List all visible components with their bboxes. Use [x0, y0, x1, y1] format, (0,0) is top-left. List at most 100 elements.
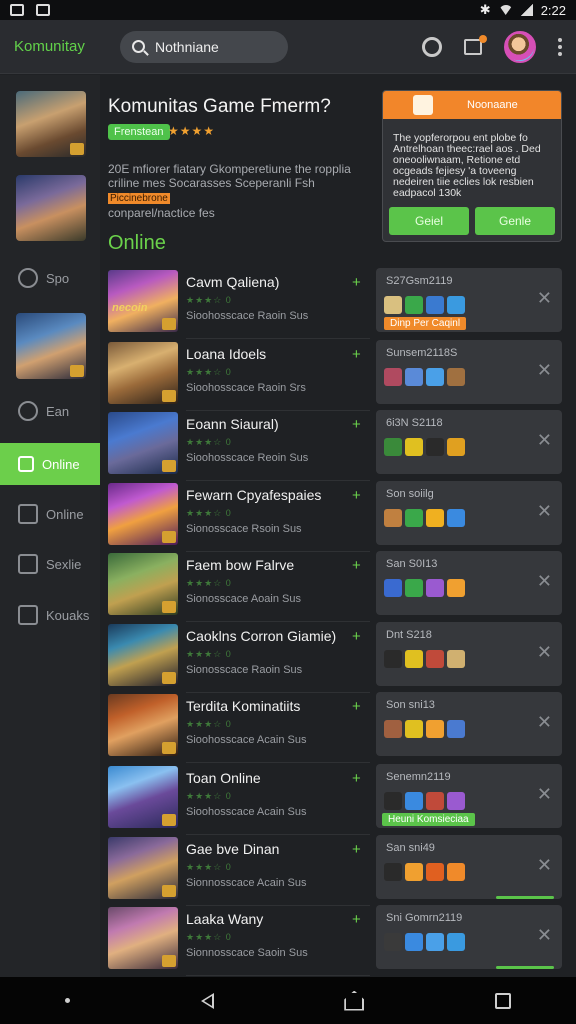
player-avatar-icon[interactable]	[426, 438, 444, 456]
player-avatar-icon[interactable]	[447, 792, 465, 810]
search-value[interactable]: Nothniane	[155, 39, 219, 55]
player-avatar-icon[interactable]	[426, 579, 444, 597]
sidebar-item-ean[interactable]: Ean	[0, 390, 100, 432]
player-avatar-icon[interactable]	[447, 863, 465, 881]
game-name[interactable]: Faem bow Falrve	[186, 557, 294, 573]
game-thumbnail[interactable]	[108, 553, 178, 615]
player-avatar-icon[interactable]	[384, 933, 402, 951]
add-icon[interactable]: +	[352, 911, 361, 928]
avatar[interactable]	[504, 30, 536, 63]
friends-card[interactable]: Son sni13 ✕	[376, 692, 562, 756]
player-avatar-icon[interactable]	[426, 863, 444, 881]
close-icon[interactable]: ✕	[537, 571, 552, 592]
sidebar-item-spo[interactable]: Spo	[0, 257, 100, 299]
home-icon[interactable]	[344, 990, 365, 1011]
friends-card[interactable]: Sunsem2118S ✕	[376, 340, 562, 404]
player-avatar-icon[interactable]	[405, 720, 423, 738]
player-avatar-icon[interactable]	[405, 792, 423, 810]
sidebar-item-kouaks[interactable]: Kouaks	[0, 594, 100, 636]
search-input[interactable]: Nothniane	[120, 30, 288, 63]
friends-card[interactable]: Dnt S218 ✕	[376, 622, 562, 686]
friends-card[interactable]: 6i3N S2118 ✕	[376, 410, 562, 474]
list-item[interactable]: Eoann Siaural) ★★★☆ 0 Sioohosscace Reoin…	[104, 410, 562, 481]
notification-button-1[interactable]: Geiel	[389, 207, 469, 235]
game-name[interactable]: Terdita Kominatiits	[186, 698, 300, 714]
add-icon[interactable]: +	[352, 770, 361, 787]
player-avatar-icon[interactable]	[426, 296, 444, 314]
list-item[interactable]: Terdita Kominatiits ★★★☆ 0 Sioohosscace …	[104, 692, 562, 763]
add-icon[interactable]: +	[352, 557, 361, 574]
close-icon[interactable]: ✕	[537, 855, 552, 876]
sidebar-game-thumb[interactable]	[16, 91, 86, 157]
close-icon[interactable]: ✕	[537, 430, 552, 451]
add-icon[interactable]: +	[352, 487, 361, 504]
list-item[interactable]: Gae bve Dinan ★★★☆ 0 Sionnosscace Acain …	[104, 835, 562, 906]
player-avatar-icon[interactable]	[384, 509, 402, 527]
game-name[interactable]: Loana Idoels	[186, 346, 266, 362]
list-item[interactable]: Loana Idoels ★★★☆ 0 Sioohosscace Raoin S…	[104, 340, 562, 411]
close-icon[interactable]: ✕	[537, 288, 552, 309]
player-avatar-icon[interactable]	[405, 863, 423, 881]
player-avatar-icon[interactable]	[447, 368, 465, 386]
friends-card[interactable]: Senemn2119 ✕ Heuni Komsieciaa	[376, 764, 562, 828]
list-item[interactable]: Caoklns Corron Giamie) ★★★☆ 0 Sionosscac…	[104, 622, 562, 693]
back-icon[interactable]	[200, 992, 214, 1009]
featured-title[interactable]: Komunitas Game Fmerm?	[108, 96, 368, 118]
player-avatar-icon[interactable]	[426, 509, 444, 527]
add-icon[interactable]: +	[352, 274, 361, 291]
close-icon[interactable]: ✕	[537, 925, 552, 946]
friends-card[interactable]: Sni Gomrn2119 ✕	[376, 905, 562, 969]
game-name[interactable]: Cavm Qaliena)	[186, 274, 279, 290]
friends-card[interactable]: S27Gsm2119 ✕ Dinp Per Caqinl	[376, 268, 562, 332]
sidebar-item-online[interactable]: Online	[0, 493, 100, 535]
cart-icon[interactable]	[464, 34, 487, 55]
close-icon[interactable]: ✕	[537, 712, 552, 733]
player-avatar-icon[interactable]	[384, 368, 402, 386]
player-avatar-icon[interactable]	[447, 579, 465, 597]
close-icon[interactable]: ✕	[537, 501, 552, 522]
game-thumbnail[interactable]	[108, 907, 178, 969]
player-avatar-icon[interactable]	[447, 720, 465, 738]
list-item[interactable]: Laaka Wany ★★★☆ 0 Sionnosscace Saoin Sus…	[104, 905, 562, 976]
player-avatar-icon[interactable]	[447, 650, 465, 668]
player-avatar-icon[interactable]	[405, 933, 423, 951]
sidebar-game-thumb[interactable]	[16, 313, 86, 379]
game-name[interactable]: Eoann Siaural)	[186, 416, 279, 432]
player-avatar-icon[interactable]	[426, 792, 444, 810]
notification-button-2[interactable]: Genle	[475, 207, 555, 235]
add-icon[interactable]: +	[352, 698, 361, 715]
player-avatar-icon[interactable]	[384, 579, 402, 597]
player-avatar-icon[interactable]	[447, 296, 465, 314]
game-name[interactable]: Laaka Wany	[186, 911, 263, 927]
player-avatar-icon[interactable]	[405, 296, 423, 314]
recent-apps-icon[interactable]	[494, 992, 511, 1009]
player-avatar-icon[interactable]	[405, 509, 423, 527]
brand-title[interactable]: Komunitay	[14, 38, 110, 55]
player-avatar-icon[interactable]	[405, 650, 423, 668]
game-thumbnail[interactable]	[108, 483, 178, 545]
player-avatar-icon[interactable]	[447, 509, 465, 527]
sidebar-item-online-active[interactable]: Online	[0, 443, 100, 485]
sidebar-item-sexlie[interactable]: Sexlie	[0, 543, 100, 585]
friends-card[interactable]: Son soiilg ✕	[376, 481, 562, 545]
list-item[interactable]: necoin Cavm Qaliena) ★★★☆ 0 Sioohosscace…	[104, 268, 562, 339]
friends-card[interactable]: San S0I13 ✕	[376, 551, 562, 615]
nav-dot-icon[interactable]	[65, 998, 71, 1003]
player-avatar-icon[interactable]	[384, 792, 402, 810]
player-avatar-icon[interactable]	[384, 650, 402, 668]
player-avatar-icon[interactable]	[384, 296, 402, 314]
game-name[interactable]: Caoklns Corron Giamie)	[186, 628, 336, 644]
player-avatar-icon[interactable]	[426, 933, 444, 951]
player-avatar-icon[interactable]	[405, 368, 423, 386]
more-menu-icon[interactable]	[558, 37, 562, 56]
player-avatar-icon[interactable]	[426, 368, 444, 386]
list-item[interactable]: Faem bow Falrve ★★★☆ 0 Sionosscace Aoain…	[104, 551, 562, 622]
add-icon[interactable]: +	[352, 346, 361, 363]
game-name[interactable]: Fewarn Cpyafespaies	[186, 487, 321, 503]
game-thumbnail[interactable]	[108, 766, 178, 828]
add-icon[interactable]: +	[352, 628, 361, 645]
player-avatar-icon[interactable]	[384, 438, 402, 456]
sidebar-game-thumb[interactable]	[16, 175, 86, 241]
game-name[interactable]: Gae bve Dinan	[186, 841, 279, 857]
add-icon[interactable]: +	[352, 841, 361, 858]
